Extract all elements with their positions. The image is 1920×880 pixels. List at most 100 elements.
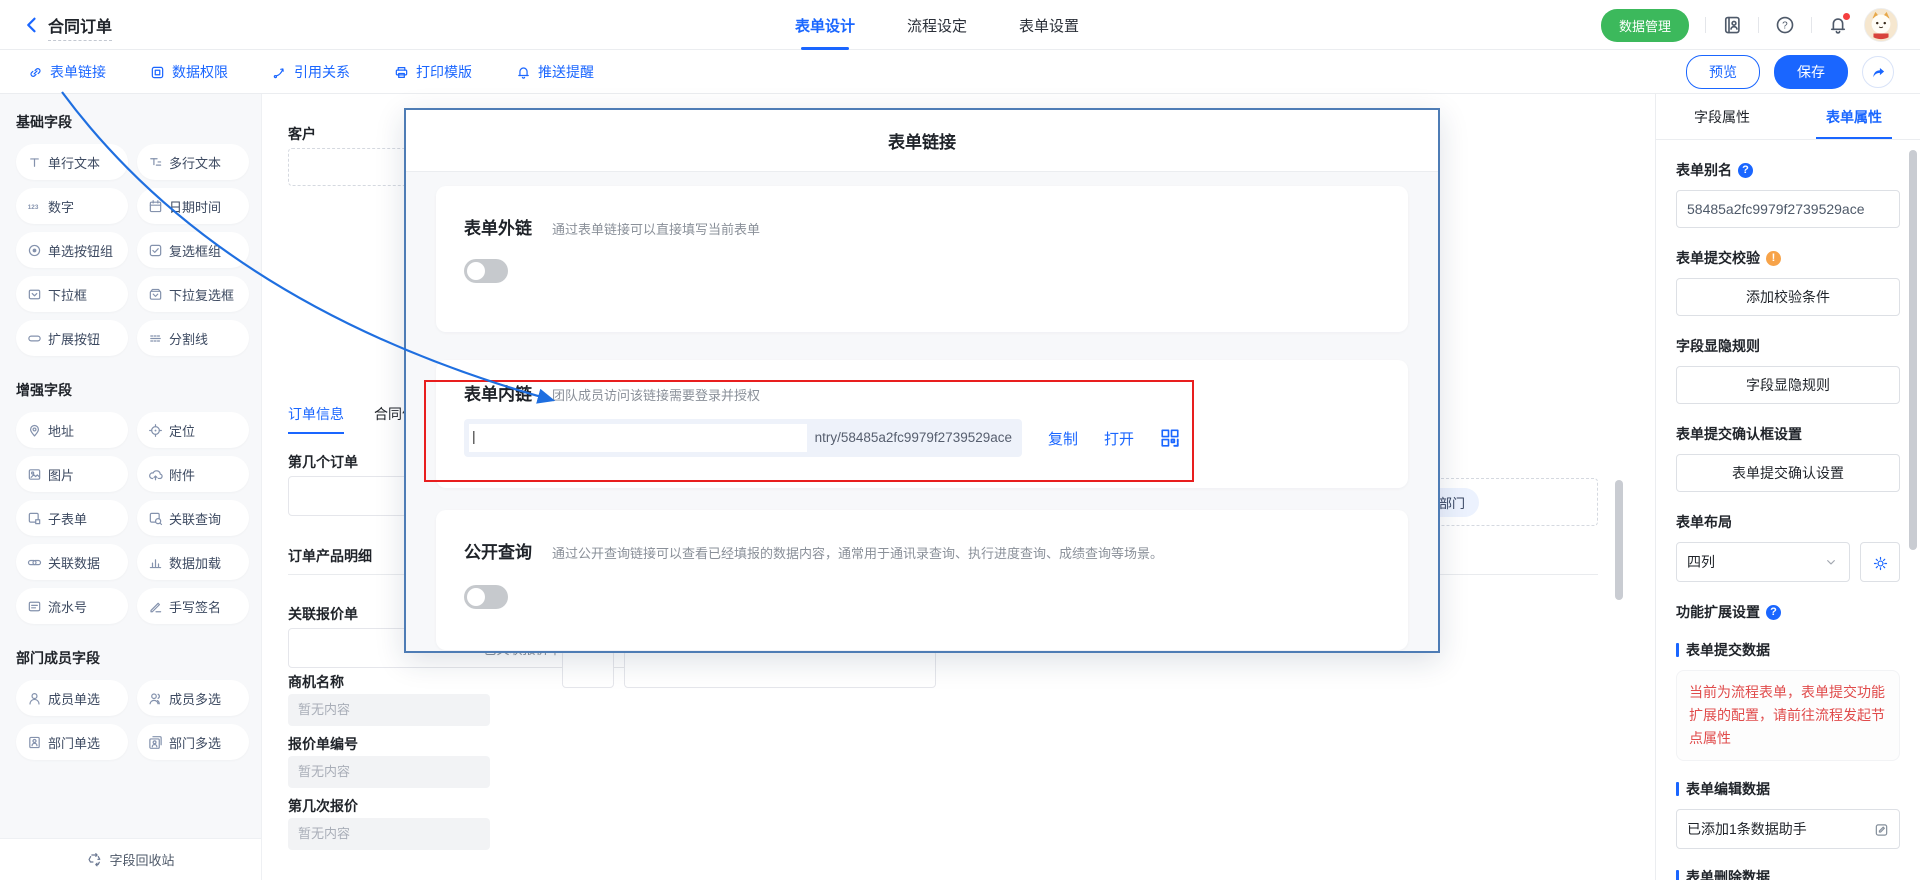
qr-code-icon[interactable]: [1160, 428, 1180, 448]
help-icon[interactable]: ?: [1775, 15, 1795, 35]
order-detail-label: 订单产品明细: [288, 546, 372, 566]
preview-button[interactable]: 预览: [1686, 55, 1760, 89]
field-chip-member-multi[interactable]: 成员多选: [137, 680, 249, 716]
field-chip-dept-multi[interactable]: 部门多选: [137, 724, 249, 760]
tab-flow-setting[interactable]: 流程设定: [907, 0, 967, 50]
open-link-button[interactable]: 打开: [1104, 428, 1134, 449]
tab-form-setting[interactable]: 表单设置: [1019, 0, 1079, 50]
field-chip-locate[interactable]: 定位: [137, 412, 249, 448]
internal-link-url-field[interactable]: | ntry/58485a2fc9979f2739529ace: [464, 419, 1022, 457]
field-chip-number[interactable]: 123数字: [16, 188, 128, 224]
user-avatar[interactable]: [1864, 8, 1898, 42]
page-title[interactable]: 合同订单: [48, 13, 112, 37]
linked-data-icon: [27, 555, 42, 570]
toolbar-actions: 预览 保存: [1686, 50, 1894, 94]
field-chip-datetime[interactable]: 日期时间: [137, 188, 249, 224]
copy-link-button[interactable]: 复制: [1048, 428, 1078, 449]
contacts-icon[interactable]: [1722, 15, 1742, 35]
flow-form-notice: 当前为流程表单，表单提交功能扩展的配置，请前往流程发起节点属性: [1676, 670, 1900, 761]
field-chip-single-text[interactable]: 单行文本: [16, 144, 128, 180]
field-chip-member-single[interactable]: 成员单选: [16, 680, 128, 716]
tab-field-properties[interactable]: 字段属性: [1656, 94, 1788, 139]
submit-confirm-button[interactable]: 表单提交确认设置: [1676, 454, 1900, 492]
divider: [1758, 17, 1759, 33]
layout-select[interactable]: 四列: [1676, 542, 1850, 582]
add-validation-button[interactable]: 添加校验条件: [1676, 278, 1900, 316]
biz-name-label: 商机名称: [288, 672, 344, 692]
field-chip-linked-query[interactable]: 关联查询: [137, 500, 249, 536]
header-actions: 数据管理 ?: [1601, 0, 1898, 50]
field-chip-radio-group[interactable]: 单选按钮组: [16, 232, 128, 268]
reference-icon: [272, 65, 287, 80]
form-link-button[interactable]: 表单链接: [28, 62, 106, 82]
quote-no-label: 报价单编号: [288, 734, 358, 754]
field-chip-dept-single[interactable]: 部门单选: [16, 724, 128, 760]
toolbar-items: 表单链接 数据权限 引用关系 打印模版 推送提醒: [28, 50, 594, 94]
data-manage-button[interactable]: 数据管理: [1601, 9, 1689, 42]
notification-bell-icon[interactable]: [1828, 15, 1848, 35]
push-reminder-button[interactable]: 推送提醒: [516, 62, 594, 82]
field-chip-select[interactable]: 下拉框: [16, 276, 128, 312]
serial-number-icon: [27, 599, 42, 614]
external-link-name: 表单外链: [464, 214, 532, 239]
header-tabs: 表单设计 流程设定 表单设置: [795, 0, 1079, 50]
partial-input[interactable]: [624, 650, 936, 688]
public-query-toggle[interactable]: [464, 585, 508, 609]
locate-icon: [148, 423, 163, 438]
field-recycle-bin[interactable]: 字段回收站: [0, 838, 262, 880]
field-chip-attachment[interactable]: 附件: [137, 456, 249, 492]
external-link-toggle[interactable]: [464, 259, 508, 283]
field-chip-checkbox-group[interactable]: 复选框组: [137, 232, 249, 268]
layout-settings-button[interactable]: [1860, 542, 1900, 582]
field-chip-expand-button[interactable]: 扩展按钮: [16, 320, 128, 356]
canvas-scrollbar[interactable]: [1615, 480, 1623, 600]
form-alias-input[interactable]: 58485a2fc9979f2739529ace: [1676, 190, 1900, 228]
field-chip-divider[interactable]: 分割线: [137, 320, 249, 356]
radio-group-icon: [27, 243, 42, 258]
dept-single-icon: [27, 735, 42, 750]
field-chip-serial-number[interactable]: 流水号: [16, 588, 128, 624]
field-chip-signature[interactable]: 手写签名: [137, 588, 249, 624]
attachment-icon: [148, 467, 163, 482]
basic-fields-section: 基础字段 单行文本 多行文本 123数字 日期时间 单选按钮组 复选框组 下拉框…: [16, 112, 245, 356]
field-visibility-button[interactable]: 字段显隐规则: [1676, 366, 1900, 404]
print-template-button[interactable]: 打印模版: [394, 62, 472, 82]
warning-badge-icon[interactable]: !: [1766, 251, 1781, 266]
field-chip-data-load[interactable]: 数据加载: [137, 544, 249, 580]
field-chip-multi-select[interactable]: 下拉复选框: [137, 276, 249, 312]
section-title: 基础字段: [16, 112, 245, 132]
form-toolbar: 表单链接 数据权限 引用关系 打印模版 推送提醒 预览 保存: [0, 50, 1920, 94]
field-chip-multi-text[interactable]: 多行文本: [137, 144, 249, 180]
field-chip-linked-data[interactable]: 关联数据: [16, 544, 128, 580]
field-chip-image[interactable]: 图片: [16, 456, 128, 492]
image-icon: [27, 467, 42, 482]
bell-icon: [516, 65, 531, 80]
field-chip-subform[interactable]: 子表单: [16, 500, 128, 536]
share-button[interactable]: [1862, 56, 1894, 88]
quote-no-empty: 暂无内容: [288, 756, 490, 788]
datetime-icon: [148, 199, 163, 214]
printer-icon: [394, 65, 409, 80]
question-badge-icon[interactable]: ?: [1766, 605, 1781, 620]
tab-form-properties[interactable]: 表单属性: [1788, 94, 1920, 139]
multi-text-icon: [148, 155, 163, 170]
public-query-name: 公开查询: [464, 538, 532, 563]
public-query-desc: 通过公开查询链接可以查看已经填报的数据内容，通常用于通讯录查询、执行进度查询、成…: [552, 543, 1163, 562]
edit-data-field[interactable]: 已添加1条数据助手: [1676, 809, 1900, 849]
partial-input[interactable]: [562, 650, 614, 688]
tab-form-design[interactable]: 表单设计: [795, 0, 855, 50]
save-button[interactable]: 保存: [1774, 55, 1848, 89]
select-icon: [27, 287, 42, 302]
data-permission-button[interactable]: 数据权限: [150, 62, 228, 82]
modal-body: 表单外链 通过表单链接可以直接填写当前表单 表单内链 团队成员访问该链接需要登录…: [406, 172, 1438, 651]
extension-settings-label: 功能扩展设置?: [1676, 602, 1900, 622]
tab-order-info[interactable]: 订单信息: [288, 404, 344, 434]
panel-scrollbar[interactable]: [1909, 150, 1917, 550]
field-chip-address[interactable]: 地址: [16, 412, 128, 448]
question-badge-icon[interactable]: ?: [1738, 163, 1753, 178]
form-layout-label: 表单布局: [1676, 512, 1900, 532]
svg-text:123: 123: [28, 204, 39, 211]
edit-icon[interactable]: [1874, 822, 1889, 837]
back-icon[interactable]: [22, 15, 42, 35]
reference-relation-button[interactable]: 引用关系: [272, 62, 350, 82]
